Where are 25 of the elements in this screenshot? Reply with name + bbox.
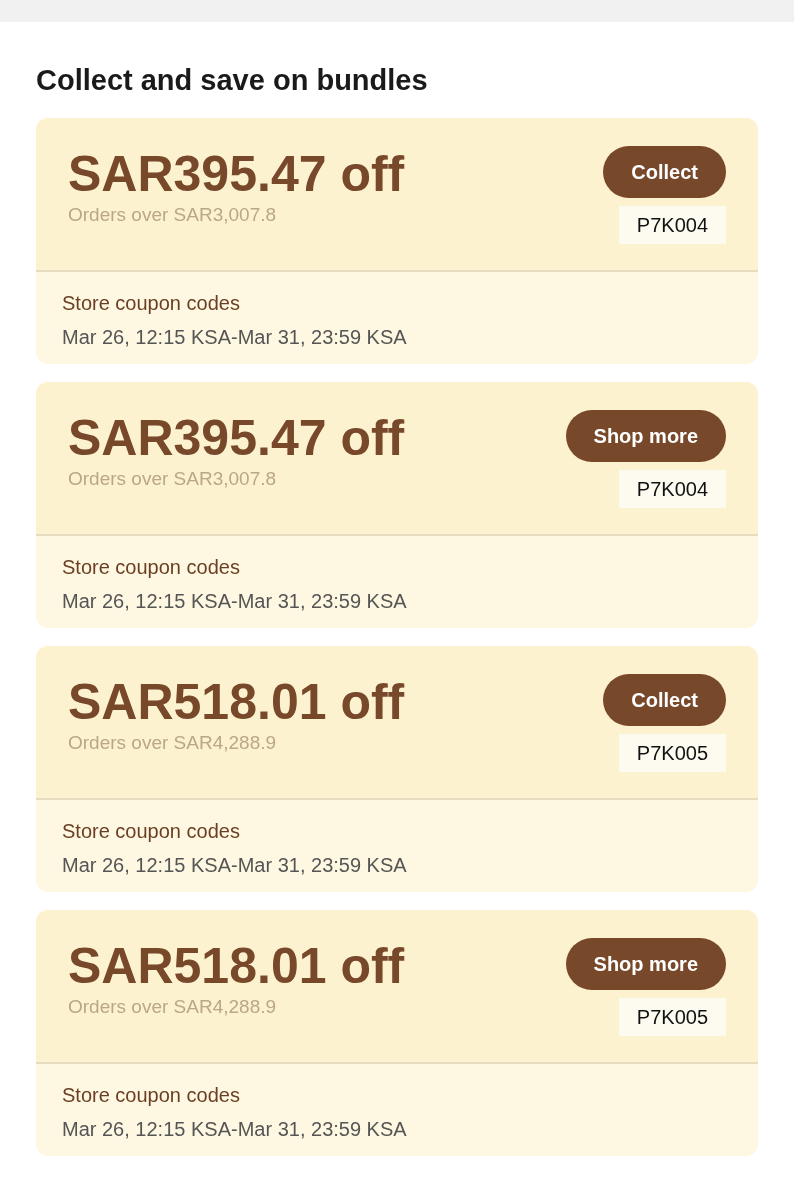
coupon-code: P7K004 — [618, 206, 726, 244]
discount-amount: SAR518.01 off — [68, 674, 405, 730]
discount-amount: SAR395.47 off — [68, 410, 405, 466]
coupon-code: P7K005 — [618, 998, 726, 1036]
coupon-button[interactable]: Shop more — [565, 410, 726, 462]
coupon-button[interactable]: Collect — [603, 674, 726, 726]
coupon-code: P7K004 — [618, 470, 726, 508]
order-condition: Orders over SAR4,288.9 — [68, 995, 278, 1019]
section-title: Collect and save on bundles — [36, 63, 429, 98]
coupon-type: Store coupon codes — [62, 1083, 241, 1108]
validity-period: Mar 26, 12:15 KSA-Mar 31, 23:59 KSA — [62, 589, 408, 614]
discount-amount: SAR518.01 off — [68, 938, 405, 994]
coupon-code: P7K005 — [618, 734, 726, 772]
coupon-type: Store coupon codes — [62, 291, 241, 316]
coupon-type: Store coupon codes — [62, 819, 241, 844]
validity-period: Mar 26, 12:15 KSA-Mar 31, 23:59 KSA — [62, 325, 408, 350]
coupon-button[interactable]: Collect — [603, 146, 726, 198]
coupon-button[interactable]: Shop more — [565, 938, 726, 990]
discount-amount: SAR395.47 off — [68, 146, 405, 202]
order-condition: Orders over SAR3,007.8 — [68, 467, 278, 491]
order-condition: Orders over SAR4,288.9 — [68, 731, 278, 755]
validity-period: Mar 26, 12:15 KSA-Mar 31, 23:59 KSA — [62, 853, 408, 878]
order-condition: Orders over SAR3,007.8 — [68, 203, 278, 227]
coupon-type: Store coupon codes — [62, 555, 241, 580]
validity-period: Mar 26, 12:15 KSA-Mar 31, 23:59 KSA — [62, 1117, 408, 1142]
